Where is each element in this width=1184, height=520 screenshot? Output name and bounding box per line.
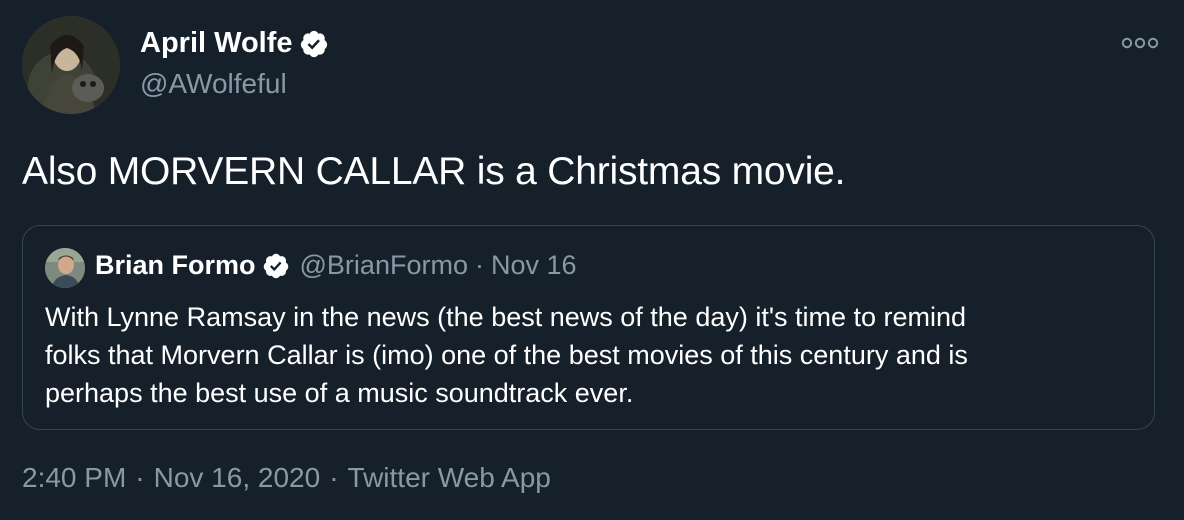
quoted-author-name[interactable]: Brian Formo [95,250,256,281]
meta-separator: · [135,462,145,493]
author-avatar[interactable] [22,16,120,114]
quoted-tweet[interactable]: Brian Formo @BrianFormo · Nov 16 With Ly… [22,225,1155,430]
verified-badge-icon [299,29,329,59]
quoted-text-line: perhaps the best use of a music soundtra… [45,378,634,408]
author-handle[interactable]: @AWolfeful [140,68,287,100]
quoted-author-handle[interactable]: @BrianFormo [300,250,468,281]
author-name[interactable]: April Wolfe [140,27,329,60]
tweet-source[interactable]: Twitter Web App [348,462,551,493]
quoted-header: Brian Formo @BrianFormo · Nov 16 [95,250,577,281]
quoted-text: With Lynne Ramsay in the news (the best … [45,298,1135,412]
tweet-metadata: 2:40 PM · Nov 16, 2020 · Twitter Web App [22,462,551,494]
author-name-text[interactable]: April Wolfe [140,27,293,60]
author-avatar-image [22,16,120,114]
more-options-icon [1121,37,1159,49]
tweet-time[interactable]: 2:40 PM [22,462,126,493]
quoted-date[interactable]: Nov 16 [491,250,577,281]
tweet-date[interactable]: Nov 16, 2020 [154,462,321,493]
tweet-card: April Wolfe @AWolfeful Also MORVERN CALL… [0,0,1184,520]
quoted-separator: · [474,250,484,280]
quoted-author-avatar[interactable] [45,248,85,288]
quoted-text-line: folks that Morvern Callar is (imo) one o… [45,340,968,370]
more-options-button[interactable] [1118,30,1162,56]
tweet-text: Also MORVERN CALLAR is a Christmas movie… [22,150,846,193]
quoted-author-avatar-image [45,248,85,288]
quoted-text-line: With Lynne Ramsay in the news (the best … [45,302,967,332]
meta-separator: · [329,462,339,493]
quoted-verified-badge-icon [262,252,290,280]
